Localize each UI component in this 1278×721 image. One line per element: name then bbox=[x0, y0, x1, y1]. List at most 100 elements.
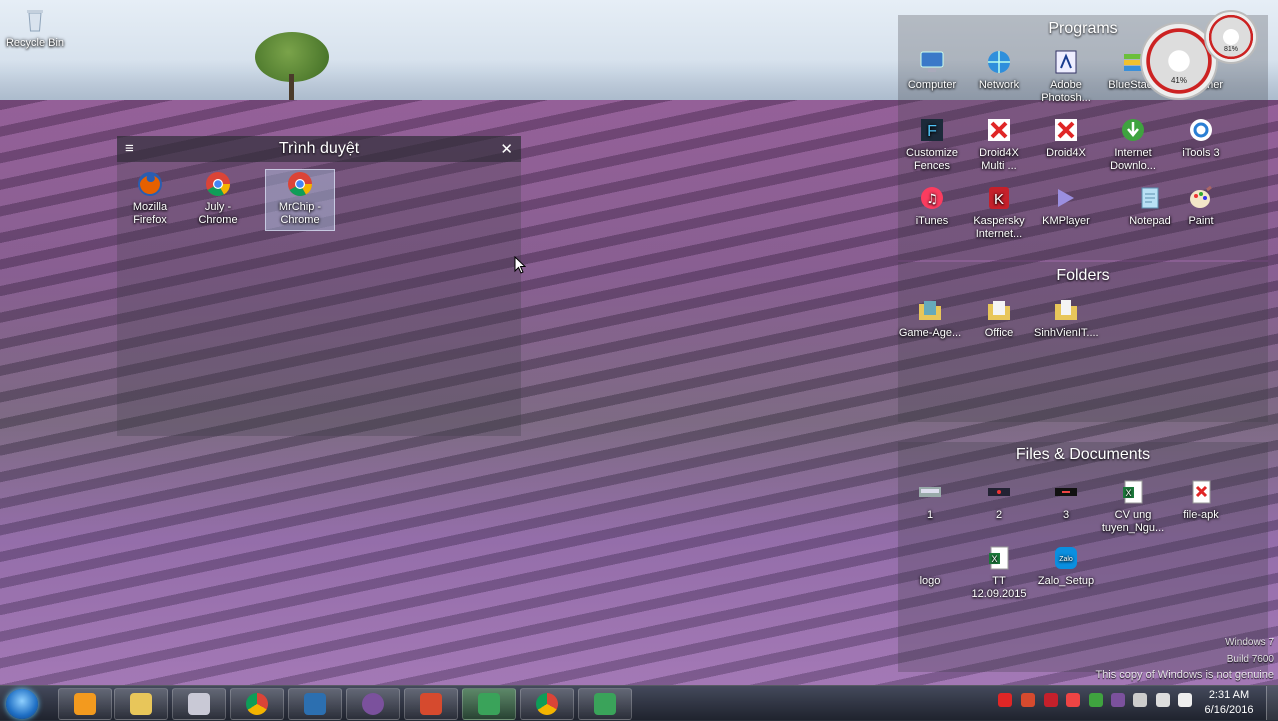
photoshop-icon bbox=[1055, 50, 1077, 74]
wallpaper-tree-trunk bbox=[289, 74, 294, 100]
shortcut-computer[interactable]: Computer bbox=[900, 48, 964, 92]
taskbar-snipping-tool[interactable] bbox=[172, 688, 226, 720]
folder-icon bbox=[130, 693, 152, 715]
shortcut-internet-download-manager[interactable]: Internet Downlo... bbox=[1101, 116, 1165, 173]
shortcut-chrome-mrchip[interactable]: MrChip - Chrome bbox=[265, 169, 335, 231]
tray-viber-icon[interactable] bbox=[1111, 693, 1125, 707]
svg-text:X: X bbox=[991, 554, 997, 564]
tray-kaspersky-icon[interactable] bbox=[1044, 693, 1058, 707]
camtasia-icon bbox=[478, 693, 500, 715]
taskbar-clock[interactable]: 2:31 AM 6/16/2016 bbox=[1198, 688, 1260, 718]
paint-icon bbox=[1190, 185, 1212, 208]
chrome-icon bbox=[246, 693, 268, 715]
close-icon[interactable]: ✕ bbox=[500, 140, 513, 158]
tray-droid4x-icon[interactable] bbox=[998, 693, 1012, 707]
folder-icon bbox=[988, 301, 1010, 320]
clock-date: 6/16/2016 bbox=[1204, 704, 1254, 716]
windows-build-text: Build 7600 bbox=[1226, 654, 1274, 665]
shortcut-customize-fences[interactable]: F Customize Fences bbox=[900, 116, 964, 173]
blank-file-icon bbox=[916, 544, 944, 572]
mouse-cursor-icon bbox=[514, 256, 526, 274]
file-zalo-setup[interactable]: Zalo Zalo_Setup bbox=[1034, 544, 1098, 588]
svg-text:Zalo: Zalo bbox=[1059, 556, 1073, 563]
tray-idm-icon[interactable] bbox=[1089, 693, 1103, 707]
shortcut-chrome-july[interactable]: July - Chrome bbox=[186, 170, 250, 227]
taskbar-chrome-second[interactable] bbox=[520, 688, 574, 720]
tray-power-icon[interactable] bbox=[1156, 693, 1170, 707]
taskbar-media-player[interactable] bbox=[58, 688, 112, 720]
svg-text:♫: ♫ bbox=[926, 192, 938, 207]
ccleaner-icon bbox=[420, 693, 442, 715]
tray-flag-icon[interactable] bbox=[1066, 693, 1080, 707]
fence-folders: Folders bbox=[898, 262, 1268, 422]
folder-icon bbox=[919, 301, 941, 320]
recycle-bin[interactable]: Recycle Bin bbox=[3, 6, 67, 50]
windows-version-text: Windows 7 bbox=[1225, 637, 1274, 648]
droid4x-file-icon bbox=[1192, 480, 1211, 504]
folder-office[interactable]: Office bbox=[967, 296, 1031, 340]
show-desktop-button[interactable] bbox=[1266, 686, 1278, 720]
file-1[interactable]: 1 bbox=[898, 478, 962, 522]
taskbar-pen-tool[interactable] bbox=[288, 688, 342, 720]
zalo-icon: Zalo bbox=[1055, 547, 1077, 569]
shortcut-droid4x-multi[interactable]: Droid4X Multi ... bbox=[967, 116, 1031, 173]
fence-title: Folders bbox=[1056, 267, 1110, 284]
scissors-icon bbox=[188, 693, 210, 715]
file-logo[interactable]: logo bbox=[898, 544, 962, 588]
shortcut-itools[interactable]: iTools 3 bbox=[1169, 116, 1233, 160]
file-cv-ung-tuyen[interactable]: X CV ung tuyen_Ngu... bbox=[1101, 478, 1165, 535]
shortcut-itunes[interactable]: ♫ iTunes bbox=[900, 184, 964, 228]
start-button[interactable] bbox=[6, 689, 38, 719]
idm-icon bbox=[1122, 119, 1144, 141]
fence-title: Trình duyệt bbox=[278, 140, 360, 157]
svg-text:F: F bbox=[927, 123, 937, 140]
taskbar-explorer[interactable] bbox=[114, 688, 168, 720]
droid4x-icon bbox=[988, 119, 1010, 141]
recycle-bin-icon bbox=[27, 10, 43, 32]
memory-meter-gadget[interactable]: 81% bbox=[1204, 10, 1258, 64]
itunes-icon: ♫ bbox=[921, 187, 943, 209]
volume-icon[interactable] bbox=[1133, 693, 1147, 707]
shortcut-droid4x[interactable]: Droid4X bbox=[1034, 116, 1098, 160]
excel-file-icon: X bbox=[1123, 480, 1143, 504]
file-apk[interactable]: file-apk bbox=[1169, 478, 1233, 522]
computer-icon bbox=[920, 51, 944, 72]
shortcut-firefox[interactable]: Mozilla Firefox bbox=[118, 170, 182, 227]
shortcut-kmplayer[interactable]: KMPlayer bbox=[1034, 184, 1098, 228]
shortcut-adobe-photoshop[interactable]: Adobe Photosh... bbox=[1034, 48, 1098, 105]
folder-icon bbox=[1055, 300, 1077, 320]
firefox-icon bbox=[138, 172, 162, 196]
folder-game-age[interactable]: Game-Age... bbox=[898, 296, 962, 340]
file-2[interactable]: 2 bbox=[967, 478, 1031, 522]
fences-icon: F bbox=[921, 119, 943, 141]
camtasia-icon bbox=[594, 693, 616, 715]
media-player-icon bbox=[74, 693, 96, 715]
network-signal-icon[interactable] bbox=[1178, 693, 1192, 707]
notepad-icon bbox=[1141, 187, 1159, 209]
taskbar-chrome[interactable] bbox=[230, 688, 284, 720]
tray-app-icon[interactable] bbox=[1021, 693, 1035, 707]
image-file-icon bbox=[988, 488, 1010, 496]
genuine-warning-text: This copy of Windows is not genuine bbox=[1095, 669, 1274, 681]
taskbar-ccleaner[interactable] bbox=[404, 688, 458, 720]
svg-text:X: X bbox=[1125, 488, 1131, 498]
droid4x-icon bbox=[1055, 119, 1077, 141]
image-file-icon bbox=[919, 487, 941, 497]
file-tt-12-09-2015[interactable]: X TT 12.09.2015 bbox=[964, 544, 1034, 601]
shortcut-kaspersky[interactable]: K Kaspersky Internet... bbox=[967, 184, 1031, 241]
memory-usage-readout: 81% bbox=[1223, 46, 1238, 53]
viber-icon bbox=[362, 693, 384, 715]
shortcut-paint[interactable]: Paint bbox=[1169, 184, 1233, 228]
taskbar-camtasia-recorder[interactable] bbox=[462, 688, 516, 720]
kmplayer-icon bbox=[1058, 189, 1074, 207]
folder-sinhvienit[interactable]: SinhVienIT.... bbox=[1034, 296, 1099, 340]
image-file-icon bbox=[1055, 488, 1077, 496]
taskbar-camtasia[interactable] bbox=[578, 688, 632, 720]
shortcut-network[interactable]: Network bbox=[967, 48, 1031, 92]
taskbar-viber[interactable] bbox=[346, 688, 400, 720]
fence-title: Files & Documents bbox=[1015, 446, 1151, 463]
pen-icon bbox=[304, 693, 326, 715]
recycle-bin-label: Recycle Bin bbox=[5, 37, 65, 49]
file-3[interactable]: 3 bbox=[1034, 478, 1098, 522]
chrome-icon bbox=[536, 693, 558, 715]
